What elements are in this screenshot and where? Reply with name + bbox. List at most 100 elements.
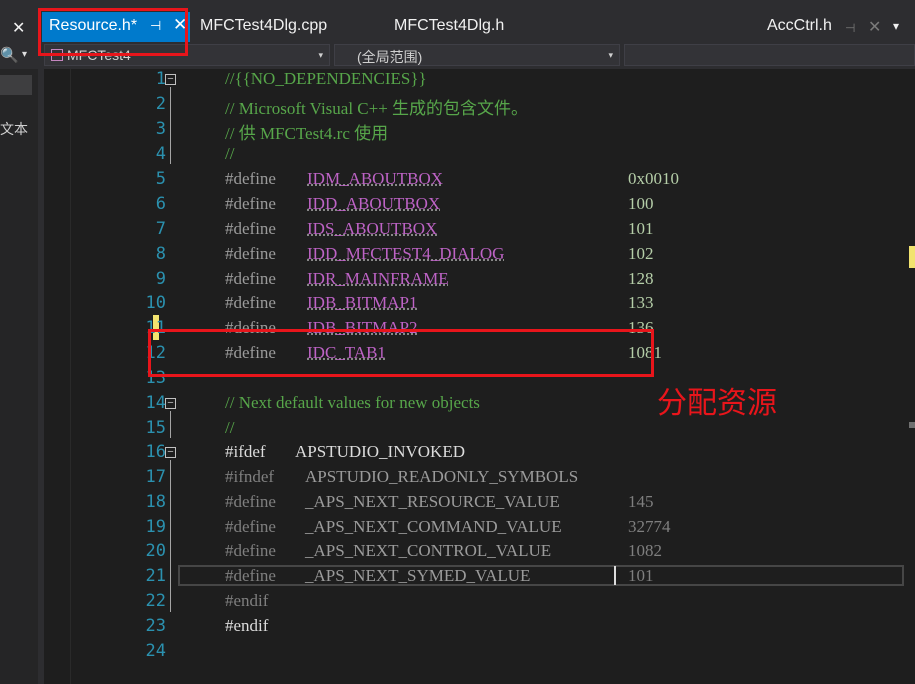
macro-value: 32774 <box>628 517 671 536</box>
preprocessor-keyword: #define <box>225 293 276 312</box>
macro-name[interactable]: _APS_NEXT_COMMAND_VALUE <box>305 517 562 537</box>
macro-value: 145 <box>628 492 654 511</box>
line-number: 4 <box>155 144 166 164</box>
line-number: 3 <box>155 119 166 139</box>
macro-value: 133 <box>628 293 654 312</box>
code-text: // 供 MFCTest4.rc 使用 <box>225 124 389 143</box>
code-line[interactable]: 5 #define IDM_ABOUTBOX 0x0010 <box>44 169 915 194</box>
code-line[interactable]: 3 // 供 MFCTest4.rc 使用 <box>44 119 915 144</box>
preprocessor-keyword: #ifdef <box>225 442 266 461</box>
tab-mfctest4dlg-h[interactable]: MFCTest4Dlg.h <box>394 17 504 35</box>
left-panel-selected-item[interactable] <box>0 75 32 95</box>
code-line[interactable]: 16 #ifdef APSTUDIO_INVOKED <box>44 442 915 467</box>
member-combo[interactable] <box>624 44 915 66</box>
line-number: 5 <box>155 169 166 189</box>
line-number: 19 <box>145 517 166 537</box>
line-number: 8 <box>155 244 166 264</box>
line-number: 2 <box>155 94 166 114</box>
macro-name[interactable]: _APS_NEXT_CONTROL_VALUE <box>305 541 551 561</box>
macro-name[interactable]: IDB_BITMAP1 <box>307 293 418 313</box>
preprocessor-keyword: #define <box>225 492 276 511</box>
code-line[interactable]: 7 #define IDS_ABOUTBOX 101 <box>44 219 915 244</box>
macro-name[interactable]: APSTUDIO_READONLY_SYMBOLS <box>305 467 578 487</box>
code-line[interactable]: 6 #define IDD_ABOUTBOX 100 <box>44 194 915 219</box>
code-line[interactable]: 21 #define _APS_NEXT_SYMED_VALUE 101 <box>44 566 915 591</box>
preprocessor-keyword: #endif <box>225 591 269 610</box>
line-number: 21 <box>145 566 166 586</box>
macro-value: 102 <box>628 244 654 263</box>
code-line[interactable]: 1 //{{NO_DEPENDENCIES}} <box>44 69 915 94</box>
preprocessor-keyword: #define <box>225 269 276 288</box>
macro-value: 1082 <box>628 541 662 560</box>
code-line[interactable]: 2 // Microsoft Visual C++ 生成的包含文件。 <box>44 94 915 119</box>
line-number: 24 <box>145 641 166 661</box>
macro-value: 100 <box>628 194 654 213</box>
macro-name[interactable]: IDD_ABOUTBOX <box>307 194 440 214</box>
code-line[interactable]: 10 #define IDB_BITMAP1 133 <box>44 293 915 318</box>
line-number: 6 <box>155 194 166 214</box>
code-line[interactable]: 20 #define _APS_NEXT_CONTROL_VALUE 1082 <box>44 541 915 566</box>
preprocessor-keyword: #define <box>225 169 276 188</box>
code-line[interactable]: 23 #endif <box>44 616 915 641</box>
code-line[interactable]: 24 <box>44 641 915 666</box>
code-line[interactable]: 8 #define IDD_MFCTEST4_DIALOG 102 <box>44 244 915 269</box>
code-text: // Microsoft Visual C++ 生成的包含文件。 <box>225 99 529 118</box>
code-text: // <box>225 418 235 437</box>
scrollbar-change-marker[interactable] <box>909 246 915 268</box>
line-number: 10 <box>145 293 166 313</box>
close-icon[interactable]: ✕ <box>868 17 881 37</box>
line-number: 9 <box>155 269 166 289</box>
macro-name[interactable]: _APS_NEXT_RESOURCE_VALUE <box>305 492 560 512</box>
preprocessor-keyword: #define <box>225 219 276 238</box>
line-number: 18 <box>145 492 166 512</box>
preprocessor-keyword: #define <box>225 566 276 585</box>
side-panel-tab[interactable]: ✕ <box>0 14 38 42</box>
line-number: 22 <box>145 591 166 611</box>
left-panel-text: 文本 <box>0 121 28 137</box>
line-number: 7 <box>155 219 166 239</box>
search-icon[interactable]: 🔍 <box>0 46 19 64</box>
line-number: 17 <box>145 467 166 487</box>
tab-mfctest4dlg-cpp[interactable]: MFCTest4Dlg.cpp <box>200 17 327 35</box>
line-number: 20 <box>145 541 166 561</box>
code-text: //{{NO_DEPENDENCIES}} <box>225 69 427 88</box>
chevron-down-icon[interactable]: ▾ <box>893 19 899 33</box>
scope-combo-value: (全局范围) <box>357 49 423 65</box>
preprocessor-keyword: #define <box>225 517 276 536</box>
line-number: 14 <box>145 393 166 413</box>
code-line[interactable]: 18 #define _APS_NEXT_RESOURCE_VALUE 145 <box>44 492 915 517</box>
chevron-down-icon[interactable]: ▾ <box>22 49 27 60</box>
code-line[interactable]: 22 #endif <box>44 591 915 616</box>
code-line[interactable]: 17 #ifndef APSTUDIO_READONLY_SYMBOLS <box>44 467 915 492</box>
code-line[interactable]: 19 #define _APS_NEXT_COMMAND_VALUE 32774 <box>44 517 915 542</box>
pin-icon[interactable]: ⊣ <box>845 21 855 35</box>
line-number: 16 <box>145 442 166 462</box>
macro-name[interactable]: _APS_NEXT_SYMED_VALUE <box>305 566 530 586</box>
macro-name[interactable]: IDR_MAINFRAME <box>307 269 449 289</box>
macro-name[interactable]: APSTUDIO_INVOKED <box>295 442 465 462</box>
chevron-down-icon: ▾ <box>608 50 613 60</box>
text-caret <box>614 566 616 585</box>
code-line[interactable]: 15 // <box>44 418 915 443</box>
chevron-down-icon: ▾ <box>318 50 323 60</box>
code-line[interactable]: 14 // Next default values for new object… <box>44 393 915 418</box>
preprocessor-keyword: #endif <box>225 616 269 635</box>
annotation-label: 分配资源 <box>657 386 777 421</box>
annotation-box-tab <box>38 8 188 56</box>
macro-value: 101 <box>628 566 654 585</box>
code-line[interactable]: 4 // <box>44 144 915 169</box>
scrollbar-caret-marker[interactable] <box>909 422 915 428</box>
annotation-box-idc-tab1 <box>148 329 654 377</box>
code-line[interactable]: 9 #define IDR_MAINFRAME 128 <box>44 269 915 294</box>
macro-name[interactable]: IDM_ABOUTBOX <box>307 169 443 189</box>
macro-name[interactable]: IDD_MFCTEST4_DIALOG <box>307 244 504 264</box>
line-number: 15 <box>145 418 166 438</box>
tab-accctrl-h[interactable]: AccCtrl.h <box>767 17 832 35</box>
code-text: // <box>225 144 235 163</box>
preprocessor-keyword: #define <box>225 541 276 560</box>
macro-name[interactable]: IDS_ABOUTBOX <box>307 219 437 239</box>
preprocessor-keyword: #ifndef <box>225 467 275 486</box>
macro-value: 128 <box>628 269 654 288</box>
scope-combo[interactable]: (全局范围) ▾ <box>334 44 620 66</box>
close-icon[interactable]: ✕ <box>12 18 25 38</box>
